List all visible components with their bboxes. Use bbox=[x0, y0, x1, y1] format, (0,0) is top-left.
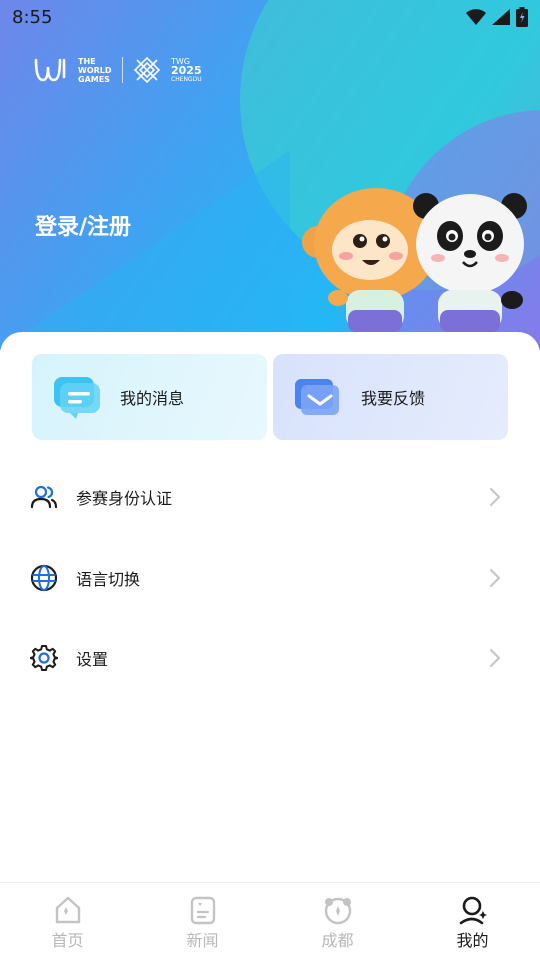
login-register-link[interactable]: 登录/注册 bbox=[35, 209, 131, 241]
battery-icon bbox=[516, 7, 528, 27]
my-messages-card[interactable]: 我的消息 bbox=[32, 354, 267, 440]
bottom-nav: 首页 新闻 成都 我的 bbox=[0, 882, 540, 960]
world-games-logo: THE WORLD GAMES TWG 2025 CHENGDU bbox=[34, 56, 202, 84]
mascots-illustration bbox=[302, 188, 527, 332]
decor-triangle bbox=[0, 150, 290, 350]
home-icon bbox=[55, 896, 80, 924]
nav-label: 新闻 bbox=[186, 931, 219, 950]
panda-icon bbox=[324, 897, 351, 925]
menu-label: 语言切换 bbox=[76, 570, 141, 589]
content-panel: 我的消息 我要反馈 参赛身份认证 语言切换 设置 bbox=[0, 332, 540, 892]
nav-tab-chengdu[interactable]: 成都 bbox=[270, 883, 405, 960]
status-bar: 8:55 bbox=[0, 0, 540, 34]
logo-divider bbox=[122, 57, 123, 83]
my-messages-label: 我的消息 bbox=[120, 389, 185, 408]
message-icon bbox=[54, 377, 100, 419]
chengdu-emblem-icon bbox=[133, 56, 161, 84]
menu-label: 设置 bbox=[76, 650, 109, 669]
nav-label: 我的 bbox=[456, 931, 489, 950]
status-time: 8:55 bbox=[12, 6, 53, 28]
signal-icon bbox=[492, 9, 510, 25]
globe-icon bbox=[30, 564, 58, 592]
my-feedback-card[interactable]: 我要反馈 bbox=[273, 354, 508, 440]
chengdu-2025-text: TWG 2025 CHENGDU bbox=[171, 57, 202, 84]
news-icon bbox=[190, 896, 215, 925]
wifi-icon bbox=[466, 9, 486, 25]
menu-item-identity-verification[interactable]: 参赛身份认证 bbox=[0, 467, 540, 527]
world-games-w-icon bbox=[34, 58, 66, 82]
nav-tab-home[interactable]: 首页 bbox=[0, 883, 135, 960]
menu-item-language-switch[interactable]: 语言切换 bbox=[0, 548, 540, 608]
my-feedback-label: 我要反馈 bbox=[361, 389, 426, 408]
chevron-right-icon bbox=[489, 568, 501, 588]
panda-mascot-icon bbox=[413, 193, 527, 332]
profile-icon bbox=[459, 896, 487, 925]
world-games-text: THE WORLD GAMES bbox=[78, 56, 112, 84]
gear-icon bbox=[30, 645, 58, 671]
nav-label: 首页 bbox=[51, 931, 84, 950]
profile-header: 8:55 THE WORLD GAMES TWG 2025 CHENGDU 登录… bbox=[0, 0, 540, 350]
feedback-mail-icon bbox=[295, 379, 339, 415]
users-icon bbox=[30, 485, 58, 509]
menu-item-settings[interactable]: 设置 bbox=[0, 628, 540, 688]
nav-tab-mine[interactable]: 我的 bbox=[405, 883, 540, 960]
logo-city: CHENGDU bbox=[171, 75, 202, 83]
chevron-right-icon bbox=[489, 487, 501, 507]
logo-year: 2025 bbox=[171, 63, 202, 77]
chevron-right-icon bbox=[489, 648, 501, 668]
nav-tab-news[interactable]: 新闻 bbox=[135, 883, 270, 960]
menu-label: 参赛身份认证 bbox=[76, 489, 173, 508]
nav-label: 成都 bbox=[321, 931, 354, 950]
